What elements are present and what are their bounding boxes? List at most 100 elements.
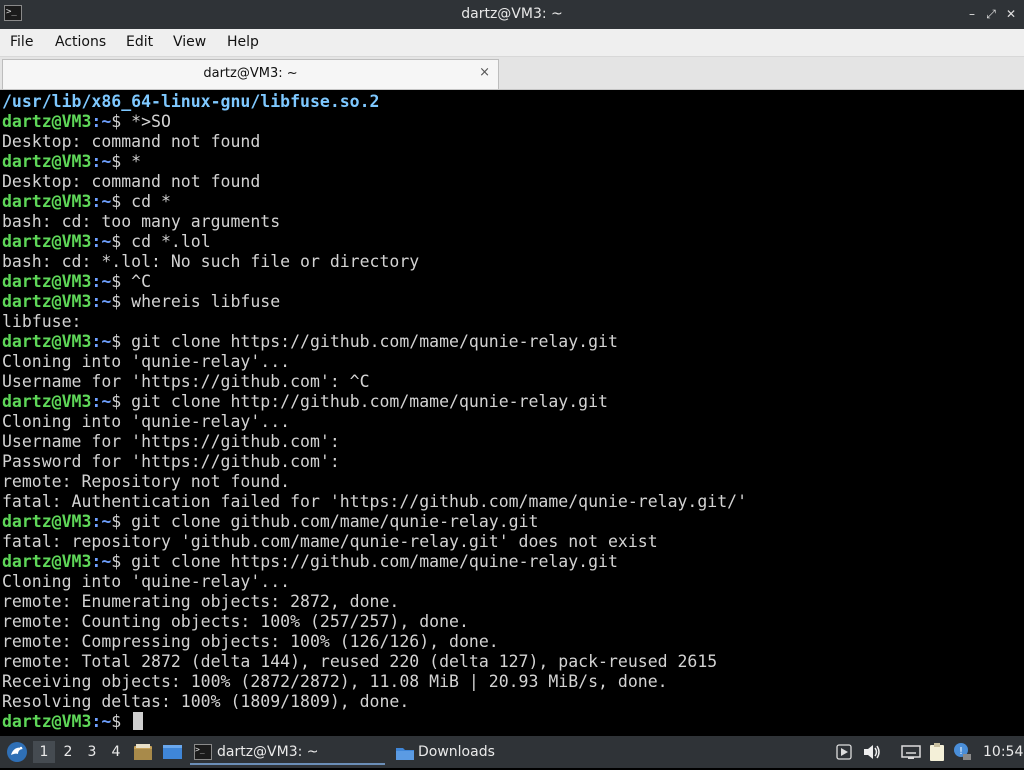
command-text: whereis libfuse [131,292,281,311]
volume-icon[interactable] [863,744,881,764]
prompt-sigil: $ [111,712,132,731]
output-line: Password for 'https://github.com': [2,452,340,471]
output-line: /usr/lib/x86_64-linux-gnu/libfuse.so.2 [2,92,380,111]
tab-terminal[interactable]: dartz@VM3: ~ × [2,59,499,89]
minimize-icon[interactable]: – [964,5,980,23]
workspace-1[interactable]: 1 [33,741,55,763]
prompt-user: dartz@VM3 [2,152,92,171]
command-text: git clone https://github.com/mame/quine-… [131,552,618,571]
output-line: Receiving objects: 100% (2872/2872), 11.… [2,672,668,691]
window-titlebar[interactable]: >_ dartz@VM3: ~ – ⤢ ✕ [0,0,1024,29]
prompt-path: :~ [91,712,112,731]
file-manager-launcher-icon[interactable] [133,743,153,761]
tab-bar: dartz@VM3: ~ × [0,57,1024,90]
prompt-line: dartz@VM3:~$ *>SO [2,112,1022,132]
prompt-user: dartz@VM3 [2,192,92,211]
command-text: git clone http://github.com/mame/qunie-r… [131,392,608,411]
output-line: bash: cd: too many arguments [2,212,281,231]
prompt-user: dartz@VM3 [2,232,92,251]
prompt-sigil: $ [111,272,132,291]
clock[interactable]: 10:54 [983,736,1023,768]
output-line: Cloning into 'qunie-relay'... [2,352,291,371]
close-tab-icon[interactable]: × [479,65,490,80]
task-label: dartz@VM3: ~ [217,744,319,760]
command-text: * [131,152,142,171]
media-icon[interactable] [836,744,852,764]
prompt-sigil: $ [111,192,132,211]
prompt-path: :~ [91,112,112,131]
prompt-user: dartz@VM3 [2,552,92,571]
task-downloads[interactable]: Downloads [392,739,582,765]
prompt-path: :~ [91,512,112,531]
maximize-icon[interactable]: ⤢ [983,5,999,23]
prompt-sigil: $ [111,392,132,411]
output-line: remote: Compressing objects: 100% (126/1… [2,632,499,651]
prompt-user: dartz@VM3 [2,272,92,291]
output-line: Desktop: command not found [2,132,261,151]
menu-help[interactable]: Help [227,29,259,56]
terminal-output[interactable]: /usr/lib/x86_64-linux-gnu/libfuse.so.2 da… [0,90,1024,736]
folder-icon [395,744,415,770]
prompt-path: :~ [91,192,112,211]
prompt-line: dartz@VM3:~$ git clone github.com/mame/q… [2,512,1022,532]
command-text: git clone https://github.com/mame/qunie-… [131,332,618,351]
prompt-sigil: $ [111,332,132,351]
prompt-path: :~ [91,152,112,171]
prompt-user: dartz@VM3 [2,392,92,411]
clipboard-icon[interactable] [928,742,946,766]
menu-edit[interactable]: Edit [126,29,153,56]
prompt-path: :~ [91,332,112,351]
prompt-path: :~ [91,232,112,251]
prompt-sigil: $ [111,152,132,171]
menu-actions[interactable]: Actions [55,29,106,56]
prompt-user: dartz@VM3 [2,712,92,731]
prompt-line: dartz@VM3:~$ git clone https://github.co… [2,332,1022,352]
workspace-2[interactable]: 2 [57,741,79,763]
taskbar: 1 2 3 4 >_ dartz@VM3: ~ Downloads ! 10:5… [0,736,1024,768]
command-text: ^C [131,272,152,291]
output-line: remote: Counting objects: 100% (257/257)… [2,612,469,631]
network-icon[interactable] [901,744,921,764]
prompt-path: :~ [91,292,112,311]
tab-label: dartz@VM3: ~ [203,66,298,81]
prompt-line: dartz@VM3:~$ cd * [2,192,1022,212]
command-text: *>SO [131,112,171,131]
output-line: libfuse: [2,312,82,331]
update-notifier-icon[interactable]: ! [952,741,972,765]
prompt-path: :~ [91,392,112,411]
terminal-lines: /usr/lib/x86_64-linux-gnu/libfuse.so.2 da… [2,92,1022,732]
prompt-user: dartz@VM3 [2,332,92,351]
command-text: cd *.lol [131,232,211,251]
text-cursor[interactable] [133,712,144,730]
prompt-user: dartz@VM3 [2,512,92,531]
output-line: remote: Repository not found. [2,472,291,491]
menu-bar: File Actions Edit View Help [0,29,1024,57]
output-line: fatal: repository 'github.com/mame/qunie… [2,532,658,551]
svg-text:!: ! [959,746,963,757]
prompt-sigil: $ [111,292,132,311]
output-line: remote: Total 2872 (delta 144), reused 2… [2,652,718,671]
output-line: Desktop: command not found [2,172,261,191]
output-line: remote: Enumerating objects: 2872, done. [2,592,400,611]
task-terminal[interactable]: >_ dartz@VM3: ~ [190,739,385,765]
window-title: dartz@VM3: ~ [461,6,563,22]
prompt-line: dartz@VM3:~$ git clone http://github.com… [2,392,1022,412]
workspace-4[interactable]: 4 [105,741,127,763]
prompt-line: dartz@VM3:~$ * [2,152,1022,172]
close-window-icon[interactable]: ✕ [1003,5,1019,23]
menu-view[interactable]: View [173,29,206,56]
prompt-sigil: $ [111,552,132,571]
start-menu-icon[interactable] [5,740,29,764]
command-text: cd * [131,192,171,211]
workspace-3[interactable]: 3 [81,741,103,763]
prompt-sigil: $ [111,112,132,131]
prompt-line: dartz@VM3:~$ ^C [2,272,1022,292]
prompt-line: dartz@VM3:~$ git clone https://github.co… [2,552,1022,572]
prompt-path: :~ [91,272,112,291]
prompt-line: dartz@VM3:~$ whereis libfuse [2,292,1022,312]
output-line: Cloning into 'quine-relay'... [2,572,291,591]
prompt-user: dartz@VM3 [2,292,92,311]
show-desktop-icon[interactable] [162,743,183,761]
menu-file[interactable]: File [10,29,33,56]
prompt-sigil: $ [111,512,132,531]
